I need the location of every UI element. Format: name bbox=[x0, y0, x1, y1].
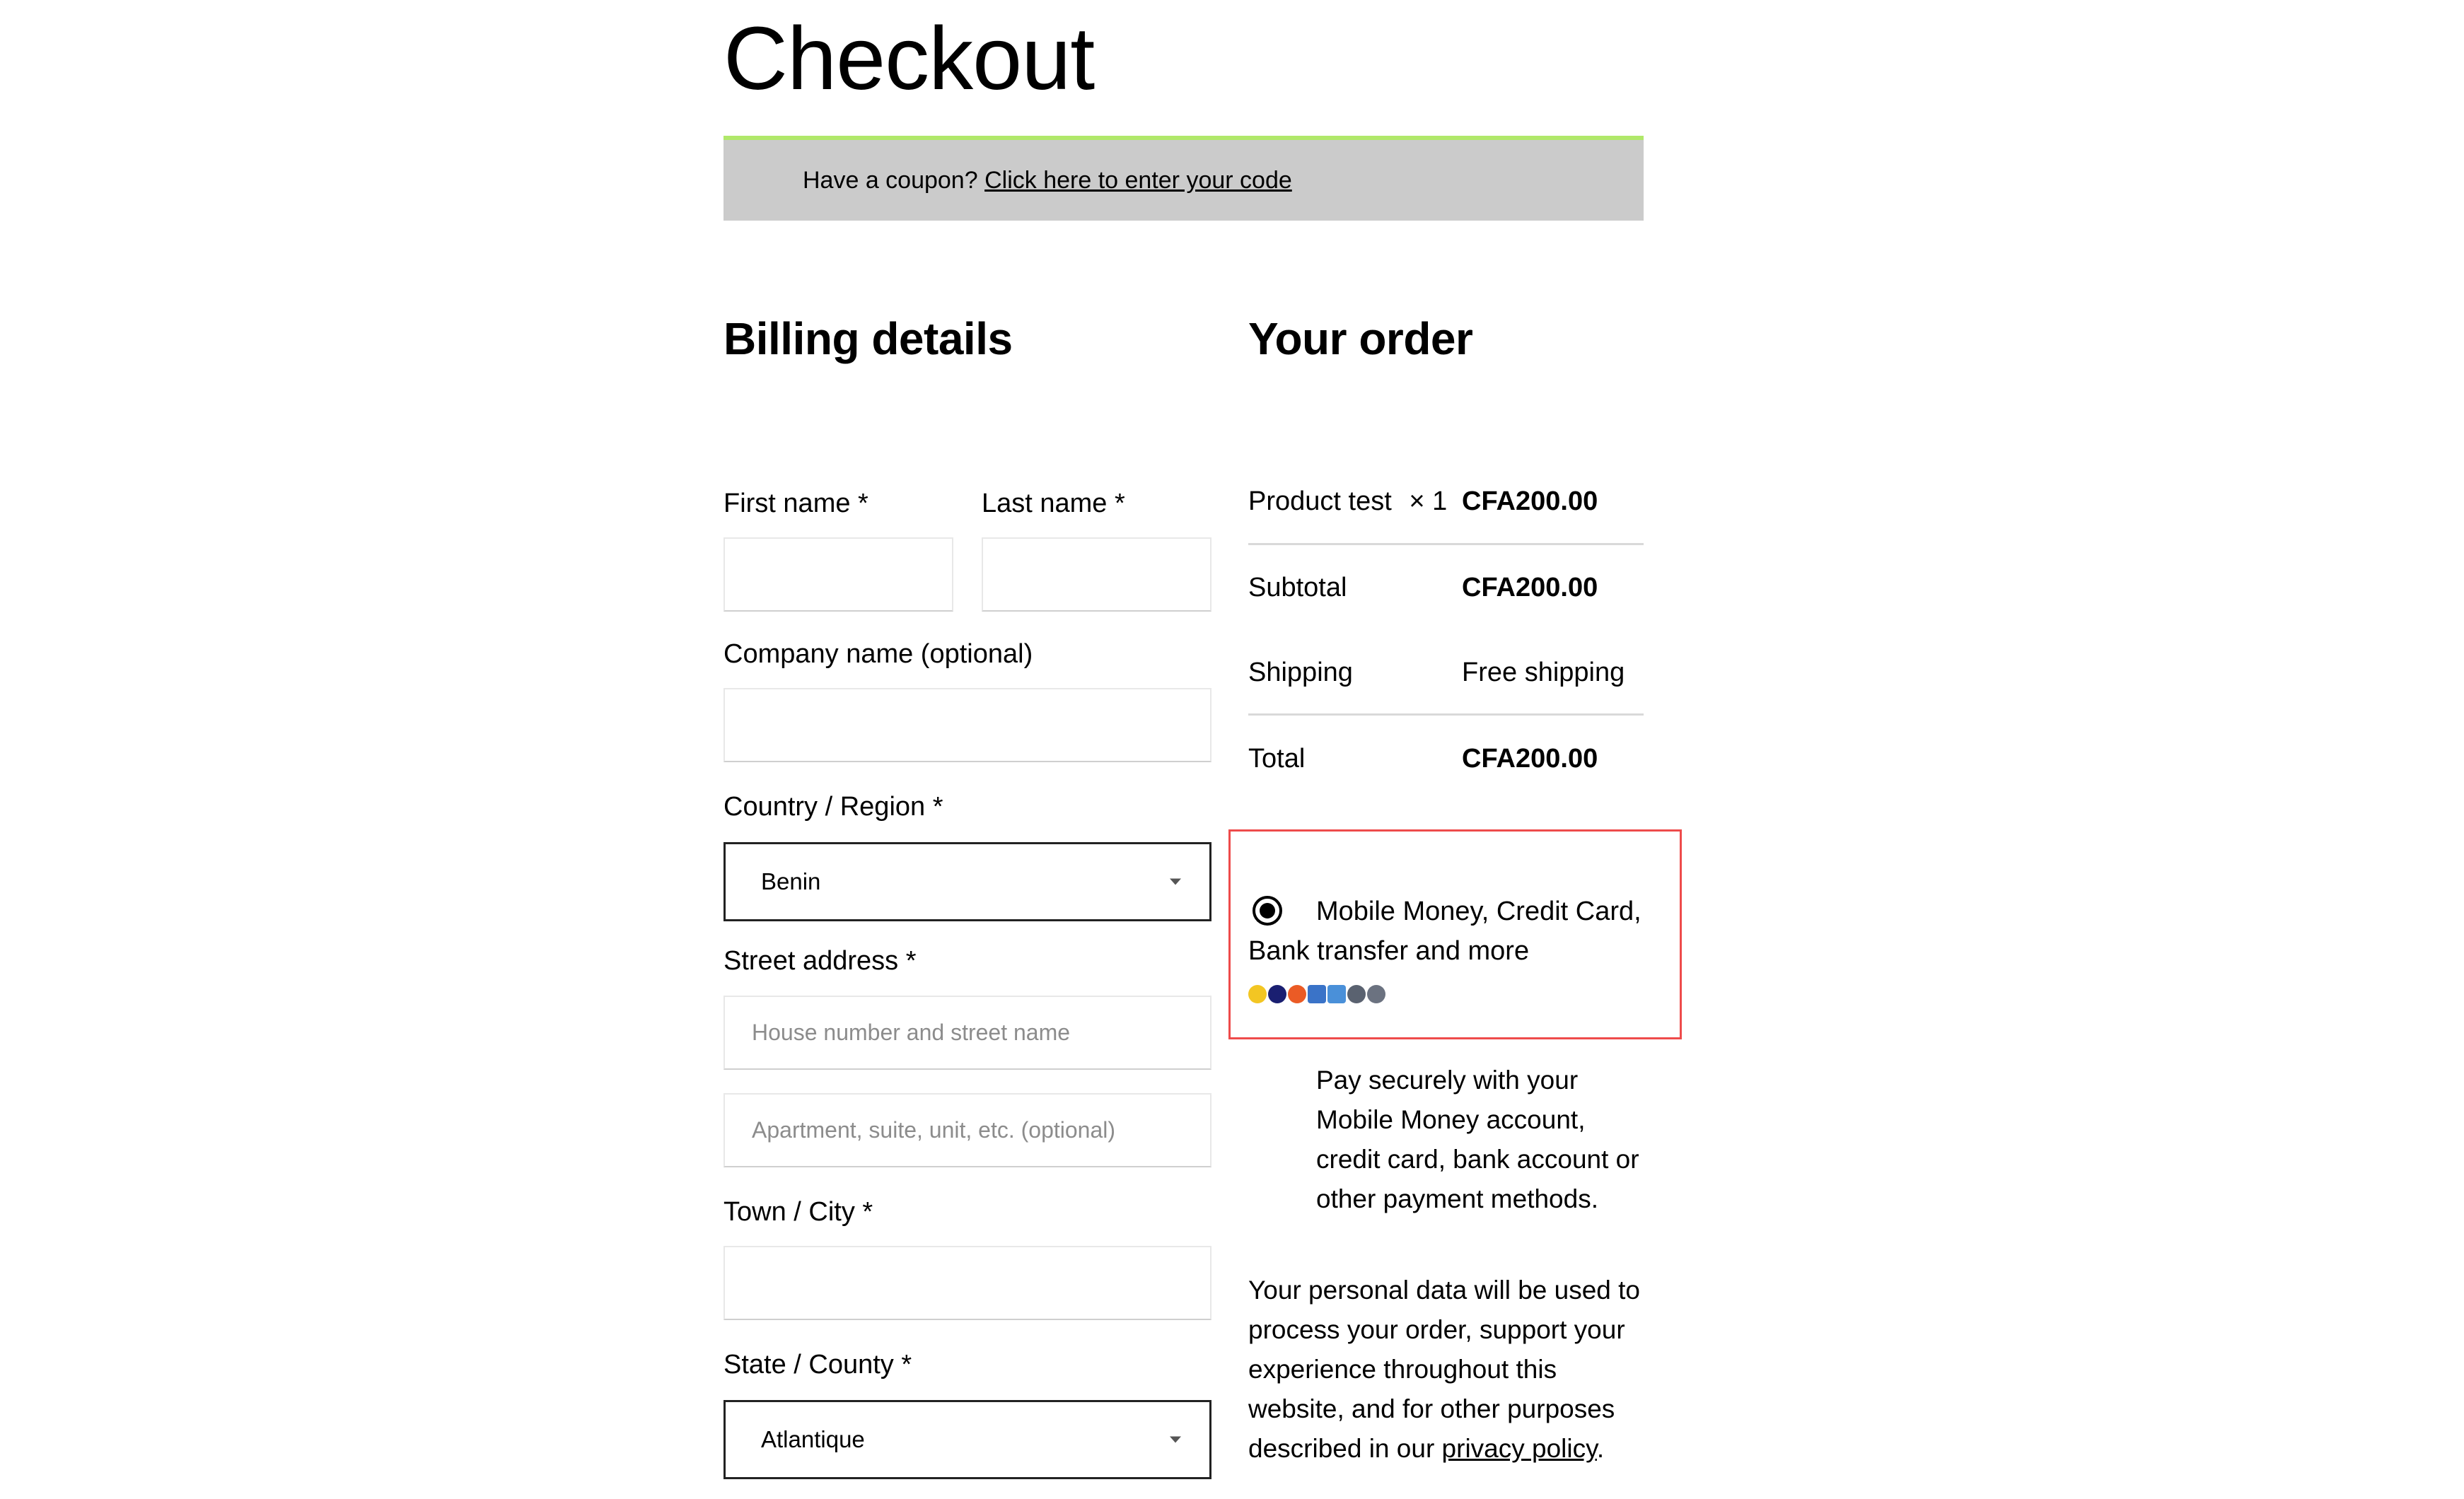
billing-heading: Billing details bbox=[723, 313, 1013, 364]
last-name-input[interactable] bbox=[982, 537, 1211, 612]
privacy-line: process your order, support your bbox=[1248, 1315, 1625, 1344]
bank-icon bbox=[1327, 985, 1346, 1003]
card-icon bbox=[1308, 985, 1326, 1003]
payment-description-line: other payment methods. bbox=[1316, 1184, 1598, 1213]
mobile-money-icon bbox=[1248, 985, 1267, 1003]
coupon-link[interactable]: Click here to enter your code bbox=[984, 167, 1292, 194]
apartment-input[interactable] bbox=[723, 1093, 1211, 1167]
divider bbox=[1248, 543, 1644, 545]
chevron-down-icon bbox=[1170, 1436, 1181, 1443]
product-row: Product test × 1 bbox=[1248, 486, 1447, 517]
mastercard-icon bbox=[1288, 985, 1306, 1003]
first-name-label: First name * bbox=[723, 489, 868, 518]
payment-description-line: credit card, bank account or bbox=[1316, 1145, 1639, 1174]
privacy-prefix: described in our bbox=[1248, 1434, 1442, 1463]
payment-description: Pay securely with your Mobile Money acco… bbox=[1316, 1061, 1639, 1219]
chevron-down-icon bbox=[1170, 878, 1181, 885]
payment-radio[interactable] bbox=[1253, 896, 1282, 926]
payment-method-line1: Mobile Money, Credit Card, bbox=[1316, 897, 1641, 926]
city-label: Town / City * bbox=[723, 1197, 873, 1227]
shipping-label: Shipping bbox=[1248, 658, 1353, 687]
product-quantity: × 1 bbox=[1409, 486, 1448, 516]
first-name-input[interactable] bbox=[723, 537, 953, 612]
visa-icon bbox=[1268, 985, 1286, 1003]
product-name: Product test bbox=[1248, 486, 1392, 516]
street-address-input[interactable] bbox=[723, 996, 1211, 1070]
coupon-text: Have a coupon? bbox=[803, 167, 978, 194]
state-label: State / County * bbox=[723, 1350, 912, 1380]
privacy-suffix: . bbox=[1596, 1434, 1605, 1463]
country-select[interactable]: Benin bbox=[723, 842, 1211, 921]
privacy-line: experience throughout this bbox=[1248, 1355, 1557, 1384]
payment-method-line2: Bank transfer and more bbox=[1248, 936, 1530, 966]
company-input[interactable] bbox=[723, 688, 1211, 762]
product-price: CFA200.00 bbox=[1462, 486, 1598, 516]
coupon-notice: Have a coupon? Click here to enter your … bbox=[723, 136, 1644, 221]
country-value: Benin bbox=[761, 868, 821, 894]
company-label: Company name (optional) bbox=[723, 639, 1033, 669]
privacy-policy-link[interactable]: privacy policy bbox=[1442, 1434, 1597, 1463]
street-label: Street address * bbox=[723, 946, 917, 976]
city-input[interactable] bbox=[723, 1246, 1211, 1320]
subtotal-value: CFA200.00 bbox=[1462, 573, 1598, 602]
privacy-notice: Your personal data will be used to proce… bbox=[1248, 1271, 1640, 1469]
subtotal-label: Subtotal bbox=[1248, 573, 1347, 602]
state-value: Atlantique bbox=[761, 1426, 865, 1452]
payment-description-line: Pay securely with your bbox=[1316, 1066, 1579, 1095]
payment-method-option[interactable] bbox=[1228, 829, 1682, 1039]
payment-description-line: Mobile Money account, bbox=[1316, 1105, 1586, 1134]
radio-selected-dot bbox=[1260, 903, 1275, 918]
total-value: CFA200.00 bbox=[1462, 744, 1598, 774]
privacy-line-last: described in our privacy policy. bbox=[1248, 1429, 1640, 1469]
wallet-icon bbox=[1347, 985, 1366, 1003]
country-label: Country / Region * bbox=[723, 792, 943, 822]
state-select[interactable]: Atlantique bbox=[723, 1400, 1211, 1479]
last-name-label: Last name * bbox=[982, 489, 1125, 518]
total-label: Total bbox=[1248, 744, 1306, 774]
order-heading: Your order bbox=[1248, 313, 1473, 364]
page-title: Checkout bbox=[723, 8, 1095, 108]
divider bbox=[1248, 713, 1644, 716]
transfer-icon bbox=[1367, 985, 1385, 1003]
payment-icons bbox=[1248, 985, 1387, 1006]
privacy-line: Your personal data will be used to bbox=[1248, 1276, 1641, 1305]
shipping-value: Free shipping bbox=[1462, 658, 1625, 687]
privacy-line: website, and for other purposes bbox=[1248, 1394, 1615, 1423]
